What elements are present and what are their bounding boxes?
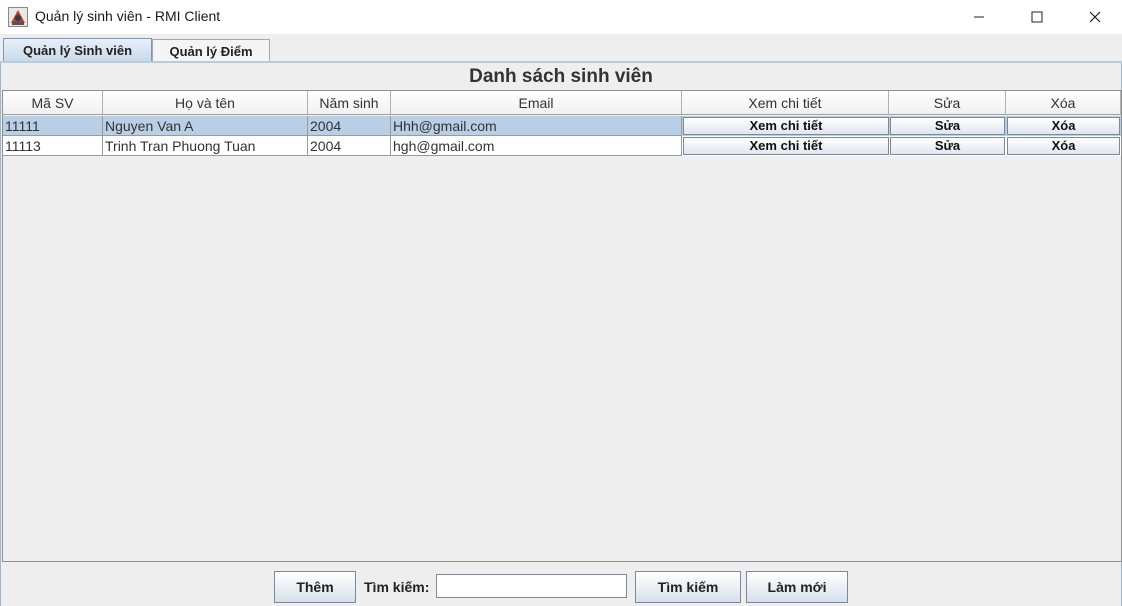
table-row[interactable]: 11111 Nguyen Van A 2004 Hhh@gmail.com Xe… [3, 116, 1121, 136]
view-detail-button[interactable]: Xem chi tiết [683, 137, 889, 155]
cell-nam-sinh: 2004 [308, 116, 391, 136]
search-button[interactable]: Tìm kiếm [635, 571, 741, 603]
column-header-ma-sv[interactable]: Mã SV [3, 91, 103, 115]
edit-button[interactable]: Sửa [890, 117, 1005, 135]
column-header-email[interactable]: Email [391, 91, 682, 115]
column-header-nam-sinh[interactable]: Năm sinh [308, 91, 391, 115]
column-header-edit[interactable]: Sửa [889, 91, 1006, 115]
delete-button[interactable]: Xóa [1007, 117, 1120, 135]
cell-ho-ten: Trinh Tran Phuong Tuan [103, 136, 308, 156]
cell-ma-sv: 11113 [3, 136, 103, 156]
search-label: Tìm kiếm: [364, 579, 430, 595]
tab-student-management[interactable]: Quản lý Sinh viên [3, 38, 152, 62]
tab-strip: Quản lý Sinh viên Quản lý Điểm [0, 34, 1122, 62]
minimize-button[interactable] [950, 0, 1008, 34]
delete-button[interactable]: Xóa [1007, 137, 1120, 155]
student-panel: Danh sách sinh viên Mã SV Họ và tên Năm … [0, 63, 1122, 606]
list-title: Danh sách sinh viên [469, 66, 653, 87]
add-button[interactable]: Thêm [274, 571, 356, 603]
column-header-detail[interactable]: Xem chi tiết [682, 91, 889, 115]
cell-ho-ten: Nguyen Van A [103, 116, 308, 136]
close-icon [1089, 11, 1101, 23]
tab-grade-management[interactable]: Quản lý Điểm [152, 39, 270, 62]
student-table[interactable]: Mã SV Họ và tên Năm sinh Email Xem chi t… [2, 90, 1122, 562]
close-button[interactable] [1066, 0, 1122, 34]
maximize-icon [1031, 11, 1043, 23]
edit-button[interactable]: Sửa [890, 137, 1005, 155]
table-header: Mã SV Họ và tên Năm sinh Email Xem chi t… [3, 91, 1121, 115]
java-app-icon [8, 7, 28, 27]
table-row[interactable]: 11113 Trinh Tran Phuong Tuan 2004 hgh@gm… [3, 136, 1121, 156]
view-detail-button[interactable]: Xem chi tiết [683, 117, 889, 135]
cell-nam-sinh: 2004 [308, 136, 391, 156]
cell-ma-sv: 11111 [3, 116, 103, 136]
refresh-button[interactable]: Làm mới [746, 571, 848, 603]
window-title: Quản lý sinh viên - RMI Client [35, 8, 221, 24]
column-header-ho-ten[interactable]: Họ và tên [103, 91, 308, 115]
column-header-delete[interactable]: Xóa [1006, 91, 1121, 115]
search-input[interactable] [436, 574, 627, 598]
minimize-icon [974, 16, 984, 18]
cell-email: hgh@gmail.com [391, 136, 682, 156]
title-bar: Quản lý sinh viên - RMI Client [0, 0, 1122, 34]
maximize-button[interactable] [1008, 0, 1066, 34]
cell-email: Hhh@gmail.com [391, 116, 682, 136]
